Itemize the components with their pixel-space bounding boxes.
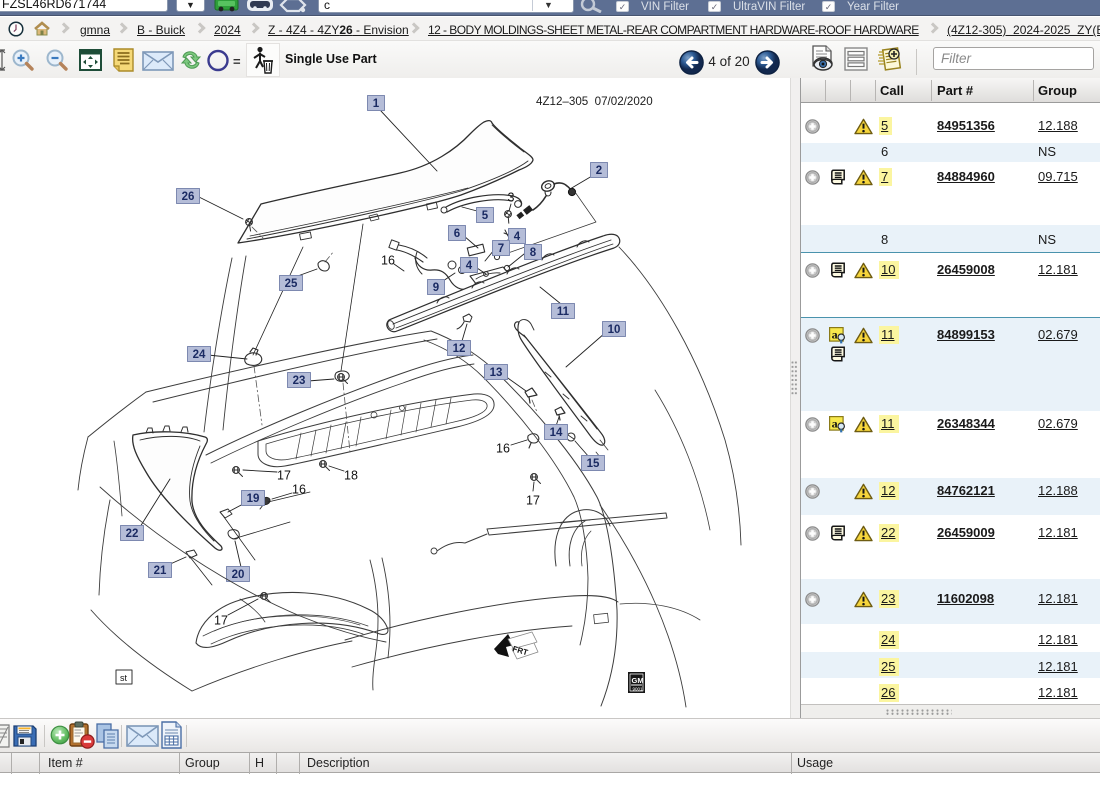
- svg-text:22: 22: [126, 528, 139, 540]
- svg-text:8: 8: [530, 247, 537, 259]
- svg-text:4Z12–305 07/02/2020: 4Z12–305 07/02/2020: [536, 95, 653, 108]
- svg-text:5: 5: [482, 210, 489, 222]
- svg-text:GM: GM: [632, 676, 644, 685]
- svg-text:16: 16: [292, 483, 306, 497]
- svg-text:11: 11: [557, 306, 570, 318]
- svg-text:4: 4: [466, 260, 473, 272]
- svg-text:23: 23: [293, 375, 306, 387]
- svg-text:24: 24: [193, 349, 206, 361]
- svg-text:1: 1: [373, 98, 380, 110]
- svg-text:16: 16: [381, 254, 395, 268]
- svg-text:14: 14: [550, 427, 563, 439]
- svg-text:a: a: [832, 416, 838, 430]
- svg-text:16: 16: [496, 442, 510, 456]
- svg-text:st: st: [120, 673, 128, 683]
- svg-text:19: 19: [247, 493, 260, 505]
- svg-text:13: 13: [490, 367, 503, 379]
- svg-text:15: 15: [587, 458, 600, 470]
- svg-text:17: 17: [277, 469, 291, 483]
- svg-text:9: 9: [433, 282, 439, 294]
- svg-text:3: 3: [508, 191, 515, 205]
- svg-text:26: 26: [182, 191, 195, 203]
- svg-text:7: 7: [498, 243, 504, 255]
- svg-text:25: 25: [285, 278, 298, 290]
- svg-text:18: 18: [344, 469, 358, 483]
- svg-text:a: a: [832, 327, 838, 341]
- svg-text:17: 17: [214, 614, 228, 628]
- svg-text:17: 17: [526, 494, 540, 508]
- svg-text:6: 6: [454, 228, 460, 240]
- svg-text:9001: 9001: [633, 687, 644, 692]
- svg-text:2: 2: [596, 165, 602, 177]
- svg-text:4: 4: [514, 231, 521, 243]
- svg-text:20: 20: [232, 569, 245, 581]
- svg-text:12: 12: [453, 343, 466, 355]
- svg-text:10: 10: [608, 324, 621, 336]
- svg-text:21: 21: [154, 565, 167, 577]
